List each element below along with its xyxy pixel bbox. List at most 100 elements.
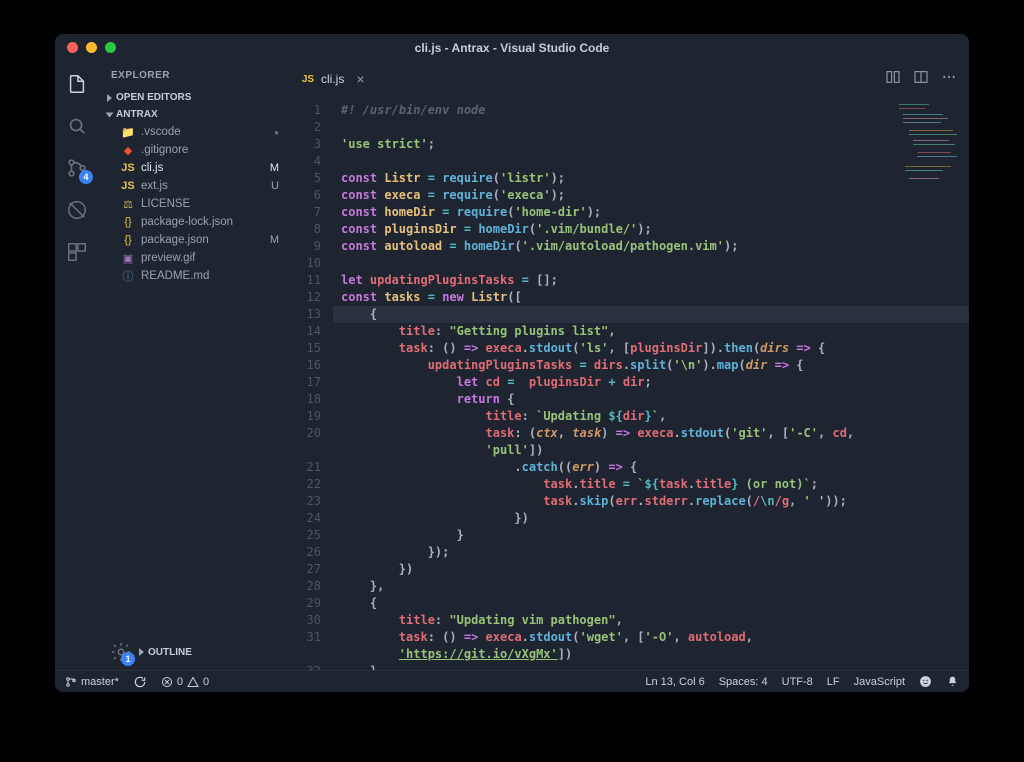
debug-icon[interactable] [65,198,89,222]
source-control-icon[interactable]: 4 [65,156,89,180]
problems[interactable]: 0 0 [161,676,209,688]
line-gutter: 1234567891011121314151617181920212223242… [289,96,333,670]
git-branch[interactable]: master* [65,676,119,688]
folder-file-icon: 📁 [121,125,135,139]
file-status: U [271,180,279,192]
file-item[interactable]: JS cli.js M [107,159,289,177]
language-mode[interactable]: JavaScript [854,676,905,688]
code-line[interactable]: let updatingPluginsTasks = []; [333,272,969,289]
window-controls [67,42,116,53]
status-bar: master* 0 0 Ln 13, Col 6 Spaces: 4 UTF-8… [55,670,969,692]
lic-file-icon: ⚖ [121,197,135,211]
code-line[interactable]: task: () => execa.stdout('wget', ['-O', … [333,629,969,646]
code-line[interactable]: }, [333,663,969,670]
feedback-icon[interactable] [919,675,932,688]
explorer-sidebar: EXPLORER OPEN EDITORS ANTRAX 📁.vscode●◆.… [99,62,289,670]
explorer-icon[interactable] [65,72,89,96]
indentation[interactable]: Spaces: 4 [719,676,768,688]
compare-icon[interactable] [885,69,901,90]
minimize-window-button[interactable] [86,42,97,53]
code-line[interactable]: const Listr = require('listr'); [333,170,969,187]
code-line[interactable] [333,255,969,272]
chevron-down-icon [106,112,114,117]
code-line[interactable]: const autoload = homeDir('.vim/autoload/… [333,238,969,255]
maximize-window-button[interactable] [105,42,116,53]
window-title: cli.js - Antrax - Visual Studio Code [415,41,610,55]
code-line[interactable]: updatingPluginsTasks = dirs.split('\n').… [333,357,969,374]
code-line[interactable]: return { [333,391,969,408]
code-line[interactable]: }, [333,578,969,595]
tab-bar: JS cli.js × [289,62,969,96]
js-file-icon: JS [121,161,135,175]
code-line[interactable]: 'https://git.io/vXgMx']) [333,646,969,663]
scm-badge: 4 [79,170,93,184]
app-window: cli.js - Antrax - Visual Studio Code 4 [55,34,969,692]
close-window-button[interactable] [67,42,78,53]
file-name: package.json [141,234,209,246]
code-line[interactable]: #! /usr/bin/env node [333,102,969,119]
outline-section[interactable]: OUTLINE [139,647,192,658]
file-status: ● [274,128,279,137]
code-editor[interactable]: 1234567891011121314151617181920212223242… [289,96,969,670]
eol[interactable]: LF [827,676,840,688]
code-line[interactable] [333,119,969,136]
file-status: M [270,162,279,174]
encoding[interactable]: UTF-8 [782,676,813,688]
code-line[interactable]: let cd = pluginsDir + dir; [333,374,969,391]
code-line[interactable]: const execa = require('execa'); [333,187,969,204]
file-item[interactable]: 📁 .vscode ● [107,123,289,141]
js-file-icon: JS [301,72,315,86]
json-file-icon: {} [121,215,135,229]
tab-cli-js[interactable]: JS cli.js × [289,62,377,96]
file-status: M [270,234,279,246]
file-item[interactable]: JSext.jsU [107,177,289,195]
code-line[interactable]: .catch((err) => { [333,459,969,476]
code-line[interactable]: }) [333,510,969,527]
cursor-position[interactable]: Ln 13, Col 6 [645,676,704,688]
code-content[interactable]: #! /usr/bin/env node 'use strict'; const… [333,96,969,670]
code-line[interactable]: const homeDir = require('home-dir'); [333,204,969,221]
code-line[interactable] [333,153,969,170]
code-line[interactable]: task.skip(err.stderr.replace(/\n/g, ' ')… [333,493,969,510]
close-tab-icon[interactable]: × [356,71,364,87]
file-item[interactable]: {} package-lock.json [107,213,289,231]
code-line[interactable]: { [333,306,969,323]
file-name: LICENSE [141,198,190,210]
code-line[interactable]: const tasks = new Listr([ [333,289,969,306]
code-line[interactable]: 'pull']) [333,442,969,459]
code-line[interactable]: }) [333,561,969,578]
code-line[interactable]: title: "Getting plugins list", [333,323,969,340]
file-name: package-lock.json [141,216,233,228]
split-editor-icon[interactable] [913,69,929,90]
code-line[interactable]: } [333,527,969,544]
notifications-icon[interactable] [946,675,959,688]
json-file-icon: {} [121,233,135,247]
file-name: .gitignore [141,144,188,156]
code-line[interactable]: task.title = `${task.title} (or not)`; [333,476,969,493]
sync-button[interactable] [133,675,147,689]
file-item[interactable]: ⓘREADME.md [107,267,289,285]
file-item[interactable]: ⚖ LICENSE [107,195,289,213]
file-item[interactable]: {} package.json M [107,231,289,249]
code-line[interactable]: 'use strict'; [333,136,969,153]
code-line[interactable]: task: () => execa.stdout('ls', [pluginsD… [333,340,969,357]
code-line[interactable]: { [333,595,969,612]
code-line[interactable]: task: (ctx, task) => execa.stdout('git',… [333,425,969,442]
file-name: .vscode [141,126,181,138]
project-section[interactable]: ANTRAX [99,106,289,123]
code-line[interactable]: title: "Updating vim pathogen", [333,612,969,629]
code-line[interactable]: }); [333,544,969,561]
git-file-icon: ◆ [121,143,135,157]
search-icon[interactable] [65,114,89,138]
extensions-icon[interactable] [65,240,89,264]
img-file-icon: ▣ [121,251,135,265]
open-editors-section[interactable]: OPEN EDITORS [99,89,289,106]
code-line[interactable]: title: `Updating ${dir}`, [333,408,969,425]
file-item[interactable]: ◆ .gitignore [107,141,289,159]
info-file-icon: ⓘ [121,269,135,283]
file-item[interactable]: ▣preview.gif [107,249,289,267]
code-line[interactable]: const pluginsDir = homeDir('.vim/bundle/… [333,221,969,238]
file-name: cli.js [141,162,163,174]
settings-gear-icon[interactable]: 1 [109,640,133,664]
more-actions-icon[interactable] [941,69,957,90]
